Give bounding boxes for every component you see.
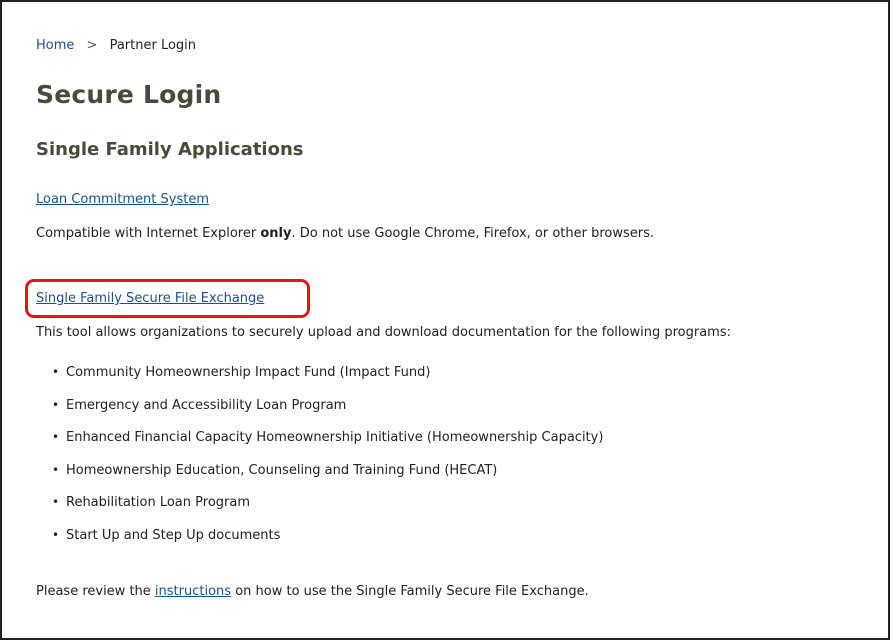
compat-note-bold: only [260, 226, 292, 241]
bullet-icon: • [52, 495, 60, 510]
compat-note-suffix: . Do not use Google Chrome, Firefox, or … [291, 226, 655, 241]
review-suffix: on how to use the Single Family Secure F… [231, 584, 589, 599]
list-item: • Enhanced Financial Capacity Homeownersh… [52, 429, 603, 462]
breadcrumb-current: Partner Login [109, 38, 197, 53]
secure-file-exchange-link[interactable]: Single Family Secure File Exchange [36, 291, 264, 306]
list-item: • Rehabilitation Loan Program [52, 494, 603, 527]
instructions-note: Please review the instructions on how to… [36, 584, 589, 599]
bullet-icon: • [52, 462, 60, 477]
bullet-icon: • [52, 527, 60, 542]
list-item: • Start Up and Step Up documents [52, 527, 603, 560]
content-frame: Home > Partner Login Secure Login Single… [0, 0, 890, 640]
list-item: • Homeownership Education, Counseling and… [52, 462, 603, 495]
review-prefix: Please review the [36, 584, 155, 599]
program-name: Emergency and Accessibility Loan Program [66, 397, 347, 413]
programs-list: • Community Homeownership Impact Fund (Im… [52, 364, 603, 560]
breadcrumb-separator: > [86, 38, 98, 53]
browser-compatibility-note: Compatible with Internet Explorer only. … [36, 226, 654, 241]
loan-commitment-system-link[interactable]: Loan Commitment System [36, 192, 209, 207]
list-item: • Emergency and Accessibility Loan Progra… [52, 397, 603, 430]
section-title: Single Family Applications [36, 139, 304, 160]
instructions-link[interactable]: instructions [155, 584, 231, 599]
program-name: Homeownership Education, Counseling and … [66, 462, 498, 478]
breadcrumb: Home > Partner Login [36, 38, 196, 53]
breadcrumb-home-link[interactable]: Home [36, 38, 74, 53]
program-name: Community Homeownership Impact Fund (Imp… [66, 365, 431, 380]
program-name: Start Up and Step Up documents [66, 527, 281, 543]
bullet-icon: • [52, 397, 60, 412]
secure-file-exchange-description: This tool allows organizations to secure… [36, 325, 731, 340]
bullet-icon: • [52, 365, 60, 379]
program-name: Enhanced Financial Capacity Homeownershi… [66, 430, 604, 446]
compat-note-prefix: Compatible with Internet Explorer [36, 226, 261, 241]
list-item: • Community Homeownership Impact Fund (Im… [52, 364, 603, 397]
program-name: Rehabilitation Loan Program [66, 495, 250, 511]
page-title: Secure Login [36, 80, 222, 109]
bullet-icon: • [52, 430, 60, 445]
